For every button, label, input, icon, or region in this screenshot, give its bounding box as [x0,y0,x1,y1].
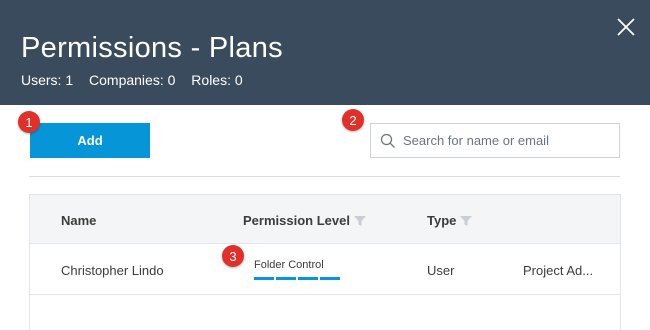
users-count: Users: 1 [21,72,74,88]
permission-level-segment [254,277,274,280]
members-table: Name Permission Level Type Christopher L… [29,194,621,330]
dialog-title: Permissions - Plans [21,32,283,64]
column-header-name[interactable]: Name [61,213,96,228]
add-button[interactable]: Add [30,123,150,158]
member-name: Christopher Lindo [61,263,164,278]
filter-icon[interactable] [460,215,473,226]
permission-level-meter[interactable] [254,277,342,280]
permission-level-segment [320,277,340,280]
callout-badge-2: 2 [342,109,364,131]
callout-badge-1: 1 [18,111,40,133]
permission-level-segment [298,277,318,280]
search-box[interactable] [370,123,620,158]
summary-counts: Users: 1 Companies: 0 Roles: 0 [21,72,255,88]
permission-level-segment [276,277,296,280]
search-input[interactable] [403,133,603,148]
table-row[interactable]: Christopher Lindo Folder Control User Pr… [30,244,620,295]
divider [29,176,620,177]
column-header-permission[interactable]: Permission Level [243,213,366,228]
callout-badge-3: 3 [222,245,244,267]
member-role: Project Ad... [523,263,594,278]
roles-count: Roles: 0 [191,72,243,88]
column-header-type[interactable]: Type [427,213,473,228]
filter-icon[interactable] [353,215,366,226]
permission-level-label[interactable]: Folder Control [254,259,324,271]
companies-count: Companies: 0 [89,72,176,88]
table-header: Name Permission Level Type [30,194,620,244]
dialog-header: Permissions - Plans Users: 1 Companies: … [0,0,650,105]
member-type: User [427,263,455,278]
close-icon[interactable] [614,15,638,39]
search-icon [380,133,395,148]
